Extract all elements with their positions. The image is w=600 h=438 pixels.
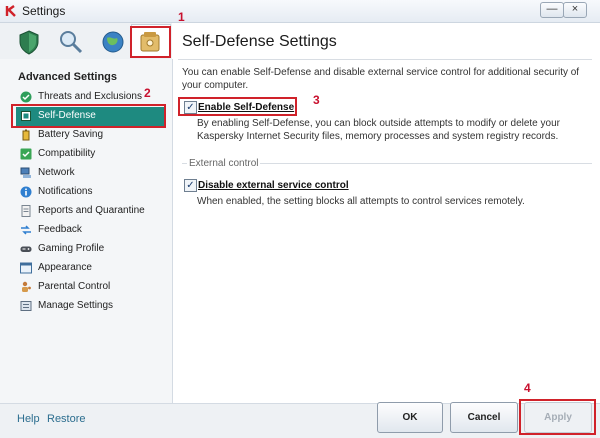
title-divider — [178, 59, 592, 60]
sidebar-item-label: Gaming Profile — [38, 243, 105, 254]
sidebar-item-label: Compatibility — [38, 148, 96, 159]
sidebar-item-notifications[interactable]: Notifications — [16, 183, 164, 202]
sidebar-item-label: Threats and Exclusions — [38, 91, 142, 102]
help-link[interactable]: Help — [17, 413, 40, 425]
ok-button[interactable]: OK — [377, 402, 443, 433]
disable-external-control-label[interactable]: Disable external service control — [198, 180, 349, 191]
sidebar-item-battery-saving[interactable]: Battery Saving — [16, 126, 164, 145]
sidebar-item-label: Parental Control — [38, 281, 111, 292]
kaspersky-logo-icon — [5, 5, 16, 17]
annotation-number-1: 1 — [178, 10, 185, 24]
report-icon — [21, 205, 31, 217]
annotation-box-4 — [519, 399, 596, 435]
window-title: Settings — [22, 4, 66, 18]
shield-icon[interactable] — [14, 27, 44, 57]
sidebar-item-feedback[interactable]: Feedback — [16, 221, 164, 240]
minimize-button[interactable]: — — [540, 2, 564, 18]
annotation-box-1 — [130, 26, 171, 58]
sidebar-item-label: Notifications — [38, 186, 93, 197]
sidebar-item-label: Network — [38, 167, 75, 178]
appearance-icon — [20, 262, 32, 274]
check-circle-icon — [20, 91, 32, 103]
manage-icon — [20, 301, 32, 311]
external-control-group-label: External control — [187, 158, 261, 169]
sidebar-item-label: Battery Saving — [38, 129, 104, 140]
sidebar-item-label: Feedback — [38, 224, 82, 235]
battery-icon — [22, 129, 30, 141]
sidebar-heading: Advanced Settings — [18, 71, 118, 83]
sidebar-item-compatibility[interactable]: Compatibility — [16, 145, 164, 164]
network-icon — [20, 167, 31, 178]
external-control-help-text: When enabled, the setting blocks all att… — [197, 196, 525, 207]
parental-icon — [22, 281, 31, 292]
page-description: You can enable Self-Defense and disable … — [182, 67, 580, 91]
annotation-box-3 — [178, 97, 297, 116]
annotation-number-2: 2 — [144, 86, 151, 100]
self-defense-help-text: By enabling Self-Defense, you can block … — [197, 118, 560, 142]
sidebar-item-reports-and-quarantine[interactable]: Reports and Quarantine — [16, 202, 164, 221]
sidebar-item-label: Manage Settings — [38, 300, 114, 311]
close-button[interactable]: × — [563, 2, 587, 18]
title-bar: Settings — × — [0, 0, 600, 23]
page-title: Self-Defense Settings — [182, 33, 337, 50]
annotation-number-3: 3 — [313, 93, 320, 107]
sidebar-item-label: Reports and Quarantine — [38, 205, 145, 216]
restore-link[interactable]: Restore — [47, 413, 86, 425]
annotation-box-2 — [11, 104, 166, 128]
sidebar-item-parental-control[interactable]: Parental Control — [16, 278, 164, 297]
info-icon — [20, 186, 32, 198]
gamepad-icon — [20, 246, 32, 252]
sidebar-item-label: Appearance — [38, 262, 92, 273]
sidebar-item-manage-settings[interactable]: Manage Settings — [16, 297, 164, 316]
cancel-button[interactable]: Cancel — [450, 402, 518, 433]
annotation-number-4: 4 — [524, 381, 531, 395]
sidebar-item-network[interactable]: Network — [16, 164, 164, 183]
sidebar-item-gaming-profile[interactable]: Gaming Profile — [16, 240, 164, 259]
globe-icon[interactable] — [98, 27, 128, 57]
sidebar-item-appearance[interactable]: Appearance — [16, 259, 164, 278]
disable-external-control-checkbox[interactable]: ✓ — [184, 179, 197, 192]
search-icon[interactable] — [56, 27, 86, 57]
compatibility-icon — [20, 148, 32, 160]
feedback-icon — [21, 225, 31, 235]
